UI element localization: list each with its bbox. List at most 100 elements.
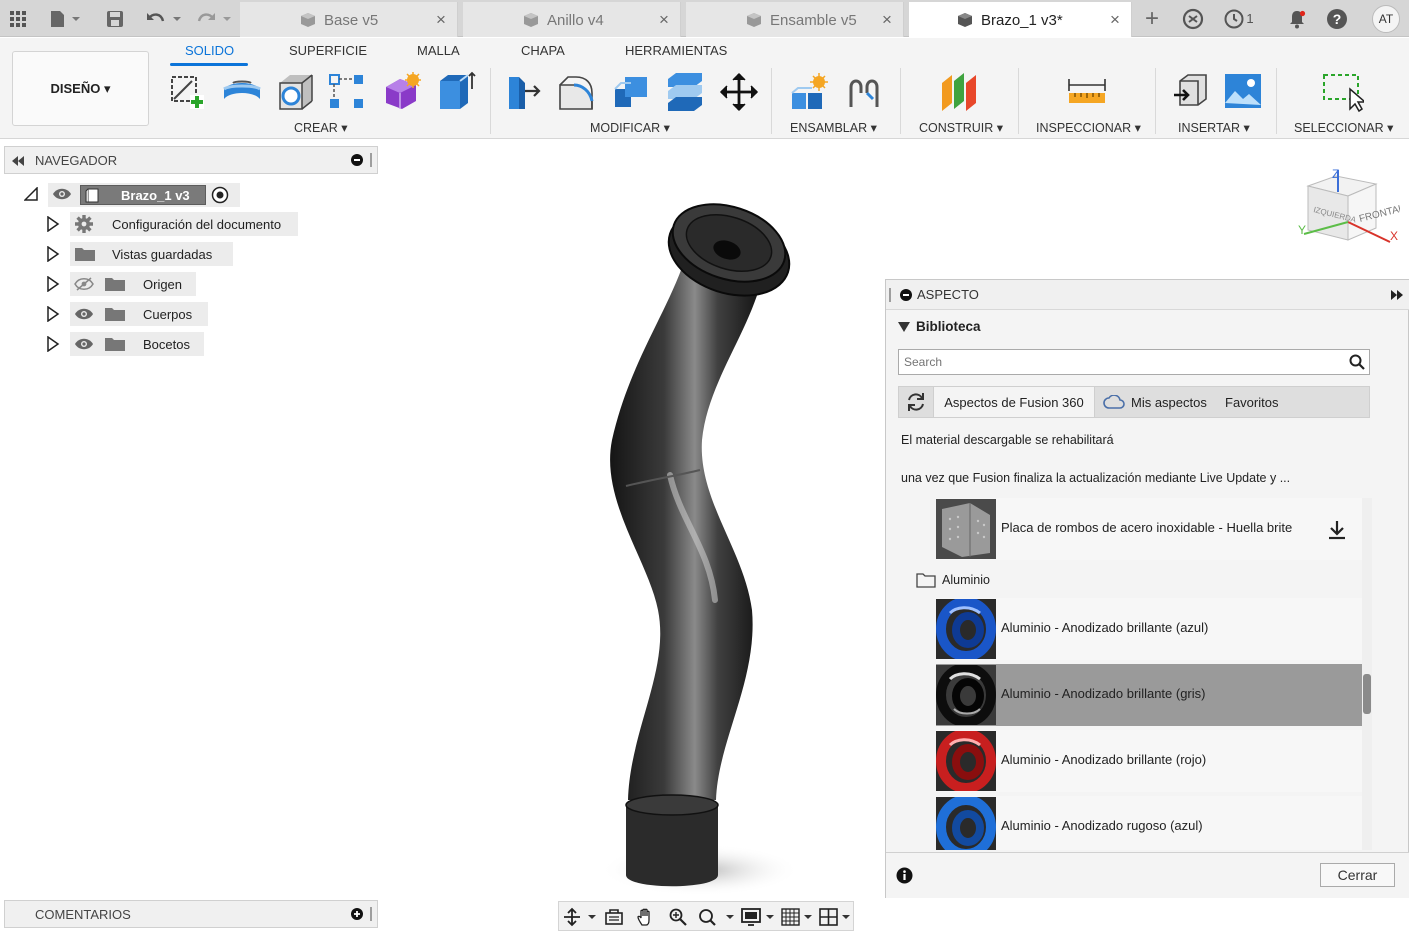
fillet-icon[interactable] — [556, 71, 598, 113]
appearance-dialog-header[interactable]: ASPECTO — [886, 280, 1409, 310]
pan-hand-icon[interactable] — [631, 905, 661, 929]
expand-arrow-icon[interactable] — [46, 336, 60, 352]
doc-tab-brazo-active[interactable]: Brazo_1 v3* × — [909, 2, 1132, 37]
redo-icon[interactable] — [194, 0, 234, 37]
tab-mis-aspectos[interactable]: Mis aspectos — [1103, 387, 1213, 417]
viewcube[interactable]: FRONTAL IZQUIERDA Z X Y — [1296, 166, 1406, 260]
group-crear-dropdown[interactable]: CREAR ▾ — [294, 120, 348, 135]
eye-hidden-icon[interactable] — [74, 277, 94, 291]
extensions-icon[interactable] — [1180, 0, 1206, 37]
add-comment-icon[interactable] — [351, 908, 363, 920]
user-avatar[interactable]: AT — [1370, 0, 1402, 37]
tab-favoritos[interactable]: Favoritos — [1225, 387, 1305, 417]
info-icon[interactable] — [896, 867, 913, 884]
group-inspeccionar-dropdown[interactable]: INSPECCIONAR ▾ — [1036, 120, 1141, 135]
close-icon[interactable]: × — [879, 10, 895, 30]
doc-tab-base[interactable]: Base v5 × — [240, 2, 458, 37]
activate-radio-icon[interactable] — [211, 186, 229, 204]
download-icon[interactable] — [1328, 520, 1346, 540]
save-icon[interactable] — [104, 0, 126, 37]
new-tab-button[interactable]: + — [1138, 0, 1166, 37]
insert-derive-icon[interactable] — [1170, 71, 1212, 113]
material-row-selected[interactable]: Aluminio - Anodizado brillante (gris) — [936, 664, 1362, 726]
file-menu-icon[interactable] — [46, 0, 82, 37]
doc-tab-anillo[interactable]: Anillo v4 × — [463, 2, 681, 37]
zoom-window-icon[interactable] — [695, 905, 737, 929]
undo-icon[interactable] — [144, 0, 184, 37]
refresh-library-button[interactable] — [899, 387, 933, 417]
expand-right-icon[interactable] — [1390, 290, 1404, 300]
look-at-icon[interactable] — [599, 905, 629, 929]
comments-panel-header[interactable]: COMENTARIOS — [4, 900, 378, 928]
group-insertar-dropdown[interactable]: INSERTAR ▾ — [1178, 120, 1250, 135]
scrollbar-thumb[interactable] — [1363, 674, 1371, 714]
joint-icon[interactable] — [843, 71, 885, 113]
help-icon[interactable]: ? — [1324, 0, 1350, 37]
job-status-icon[interactable]: 1 — [1222, 0, 1256, 37]
expand-arrow-icon[interactable] — [46, 276, 60, 292]
expand-triangle-icon[interactable] — [24, 187, 38, 201]
tab-superficie[interactable]: SUPERFICIE — [289, 43, 367, 58]
viewports-layout-icon[interactable] — [817, 905, 853, 929]
tab-herramientas[interactable]: HERRAMIENTAS — [625, 43, 727, 58]
material-row[interactable]: Placa de rombos de acero inoxidable - Hu… — [936, 498, 1362, 560]
close-icon[interactable]: × — [1107, 10, 1123, 30]
expand-arrow-icon[interactable] — [46, 306, 60, 322]
app-grid-icon[interactable] — [6, 0, 30, 37]
eye-icon[interactable] — [52, 187, 72, 201]
list-scrollbar[interactable] — [1362, 498, 1372, 850]
dialog-grip-icon[interactable] — [888, 288, 892, 302]
panel-grip-icon[interactable] — [369, 907, 375, 921]
tab-solido[interactable]: SOLIDO — [185, 43, 234, 58]
group-construir-dropdown[interactable]: CONSTRUIR ▾ — [919, 120, 1003, 135]
combine-icon[interactable] — [611, 71, 653, 113]
close-icon[interactable]: × — [656, 10, 672, 30]
offset-plane-icon[interactable] — [938, 71, 980, 113]
material-row[interactable]: Aluminio - Anodizado brillante (rojo) — [936, 730, 1362, 792]
move-copy-icon[interactable] — [718, 71, 760, 113]
measure-icon[interactable] — [1066, 71, 1108, 113]
primitive-box-icon[interactable] — [434, 71, 476, 113]
material-row[interactable]: Aluminio - Anodizado brillante (azul) — [936, 598, 1362, 660]
create-form-icon[interactable] — [380, 71, 422, 113]
insert-canvas-icon[interactable] — [1222, 71, 1264, 113]
orbit-icon[interactable] — [561, 905, 597, 929]
extrude-icon[interactable] — [221, 71, 263, 113]
appearance-search-input[interactable] — [898, 349, 1370, 375]
minimize-panel-icon[interactable] — [351, 154, 363, 166]
tab-malla[interactable]: MALLA — [417, 43, 460, 58]
eye-icon[interactable] — [74, 337, 94, 351]
collapse-left-icon[interactable] — [11, 156, 25, 166]
search-icon[interactable] — [1349, 354, 1365, 370]
notifications-bell-icon[interactable] — [1284, 0, 1310, 37]
expand-arrow-icon[interactable] — [46, 216, 60, 232]
group-ensamblar-dropdown[interactable]: ENSAMBLAR ▾ — [790, 120, 877, 135]
close-button[interactable]: Cerrar — [1320, 863, 1395, 887]
close-icon[interactable]: × — [433, 10, 449, 30]
expand-arrow-icon[interactable] — [46, 246, 60, 262]
select-window-icon[interactable] — [1322, 71, 1364, 113]
new-component-icon[interactable] — [788, 71, 830, 113]
panel-grip-icon[interactable] — [369, 153, 375, 167]
workspace-switcher-button[interactable]: DISEÑO ▾ — [12, 51, 149, 126]
tab-chapa[interactable]: CHAPA — [521, 43, 565, 58]
section-collapse-icon[interactable] — [898, 322, 910, 332]
rectangular-pattern-icon[interactable] — [326, 71, 368, 113]
shell-box-icon[interactable] — [274, 71, 316, 113]
eye-icon[interactable] — [74, 307, 94, 321]
root-component-chip[interactable]: Brazo_1 v3 — [80, 185, 206, 205]
tab-mis-aspectos-label: Mis aspectos — [1131, 394, 1207, 410]
split-body-icon[interactable] — [664, 71, 706, 113]
grid-settings-icon[interactable] — [779, 905, 815, 929]
group-seleccionar-dropdown[interactable]: SELECCIONAR ▾ — [1294, 120, 1393, 135]
doc-tab-ensamble[interactable]: Ensamble v5 × — [686, 2, 904, 37]
display-settings-icon[interactable] — [739, 905, 777, 929]
group-modificar-dropdown[interactable]: MODIFICAR ▾ — [590, 120, 670, 135]
material-row[interactable]: Aluminio - Anodizado rugoso (azul) — [936, 796, 1362, 850]
create-sketch-icon[interactable] — [166, 71, 208, 113]
tab-aspectos-fusion[interactable]: Aspectos de Fusion 360 — [933, 387, 1095, 417]
zoom-icon[interactable] — [663, 905, 693, 929]
search-text-field[interactable] — [899, 350, 1339, 374]
minimize-panel-icon[interactable] — [900, 289, 912, 301]
press-pull-icon[interactable] — [503, 71, 545, 113]
